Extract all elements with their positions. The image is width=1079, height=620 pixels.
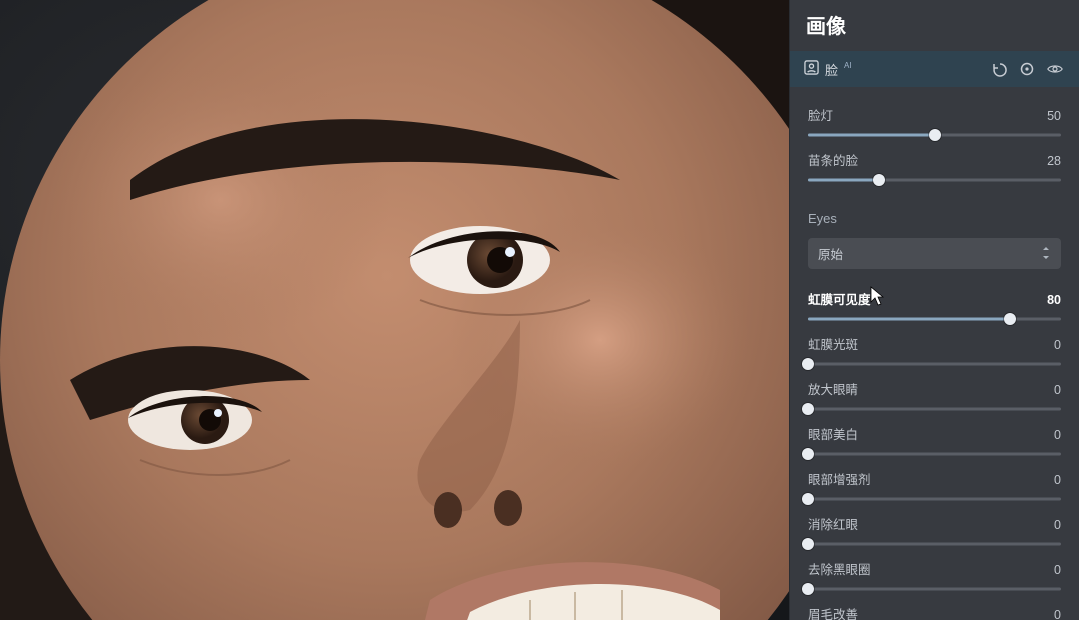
panel-label: 脸 (825, 60, 838, 79)
slider-label: 眉毛改善 (808, 604, 858, 620)
slider-thumb[interactable] (802, 538, 814, 550)
eyes-slider-2: 放大眼睛 0 (808, 379, 1061, 416)
reset-icon[interactable] (1017, 59, 1037, 79)
eyes-slider-0: 虹膜可见度 80 (808, 289, 1061, 326)
portrait-image (0, 0, 789, 620)
slider-label: 去除黑眼圈 (808, 559, 871, 578)
eyes-slider-1: 虹膜光斑 0 (808, 334, 1061, 371)
slider-label: 眼部增强剂 (808, 469, 871, 488)
slider-value: 80 (1047, 293, 1061, 307)
eyes-sliders: 虹膜可见度 80 虹膜光斑 0 放大眼睛 0 (790, 277, 1079, 620)
slider-label: 虹膜可见度 (808, 289, 871, 308)
sidebar: 画像 脸 AI (789, 0, 1079, 620)
slider-value: 0 (1054, 338, 1061, 352)
slider-track[interactable] (808, 447, 1061, 461)
undo-icon[interactable] (989, 59, 1009, 79)
face-panel-header[interactable]: 脸 AI (790, 51, 1079, 87)
slider-value: 0 (1054, 473, 1061, 487)
slider-label: 消除红眼 (808, 514, 858, 533)
slider-thumb[interactable] (802, 358, 814, 370)
eyes-slider-4: 眼部增强剂 0 (808, 469, 1061, 506)
slider-label: 苗条的脸 (808, 150, 858, 169)
slider-track[interactable] (808, 582, 1061, 596)
slider-thumb[interactable] (802, 583, 814, 595)
slider-value: 0 (1054, 518, 1061, 532)
slider-value: 28 (1047, 154, 1061, 168)
slider-thumb[interactable] (1004, 313, 1016, 325)
slider-track[interactable] (808, 537, 1061, 551)
slider-value: 0 (1054, 383, 1061, 397)
slider-thumb[interactable] (802, 493, 814, 505)
slider-thumb[interactable] (802, 403, 814, 415)
face-slider-0: 脸灯 50 (808, 105, 1061, 142)
slider-value: 0 (1054, 428, 1061, 442)
slider-track[interactable] (808, 492, 1061, 506)
slider-value: 0 (1054, 563, 1061, 577)
eyes-preset-select[interactable]: 原始 (808, 238, 1061, 269)
eyes-slider-3: 眼部美白 0 (808, 424, 1061, 461)
slider-track[interactable] (808, 312, 1061, 326)
slider-track[interactable] (808, 128, 1061, 142)
eyes-slider-5: 消除红眼 0 (808, 514, 1061, 551)
chevron-updown-icon (1041, 247, 1051, 261)
app-root: 画像 脸 AI (0, 0, 1079, 620)
slider-label: 脸灯 (808, 105, 833, 124)
face-slider-1: 苗条的脸 28 (808, 150, 1061, 187)
slider-value: 0 (1054, 608, 1061, 620)
slider-label: 眼部美白 (808, 424, 858, 443)
slider-thumb[interactable] (873, 174, 885, 186)
sidebar-title: 画像 (790, 0, 1079, 51)
ai-badge: AI (844, 61, 852, 70)
slider-label: 放大眼睛 (808, 379, 858, 398)
eyes-slider-6: 去除黑眼圈 0 (808, 559, 1061, 596)
portrait-icon (804, 60, 819, 78)
eyes-slider-7: 眉毛改善 0 (808, 604, 1061, 620)
select-value: 原始 (818, 244, 843, 263)
slider-thumb[interactable] (802, 448, 814, 460)
face-sliders: 脸灯 50 苗条的脸 28 (790, 87, 1079, 199)
slider-thumb[interactable] (929, 129, 941, 141)
slider-track[interactable] (808, 357, 1061, 371)
slider-label: 虹膜光斑 (808, 334, 858, 353)
eyes-section-label: Eyes (790, 199, 1079, 232)
visibility-icon[interactable] (1045, 59, 1065, 79)
slider-track[interactable] (808, 173, 1061, 187)
slider-value: 50 (1047, 109, 1061, 123)
slider-track[interactable] (808, 402, 1061, 416)
image-canvas[interactable] (0, 0, 789, 620)
